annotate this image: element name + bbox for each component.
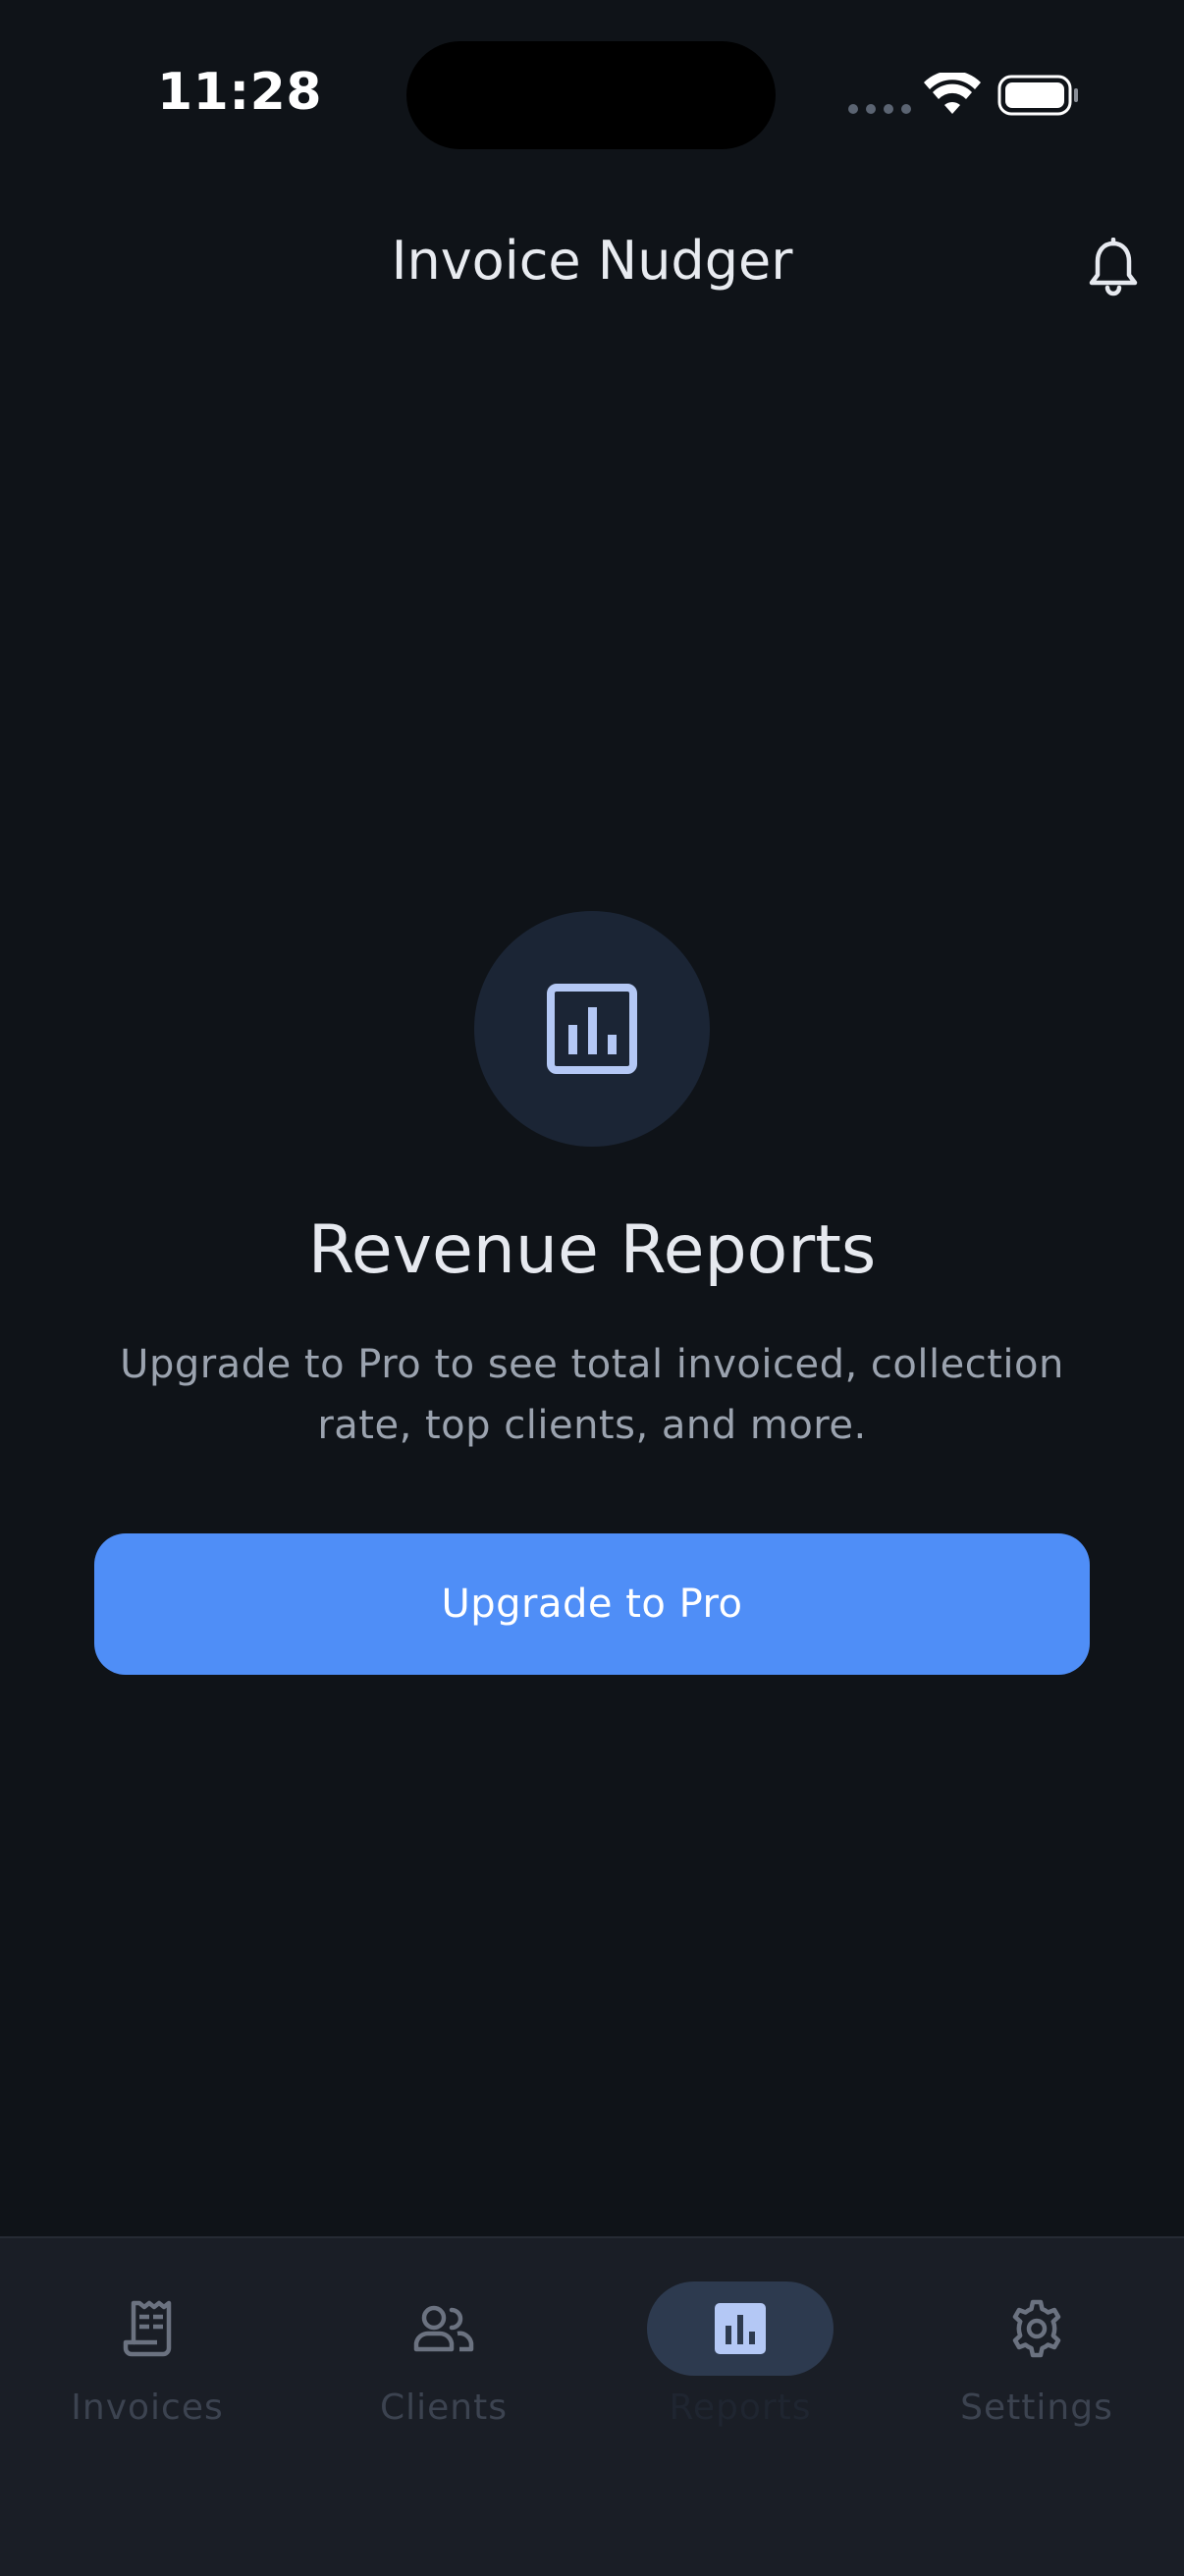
nav-label: Clients (380, 2388, 508, 2428)
receipt-icon (123, 2300, 172, 2357)
people-icon (413, 2305, 474, 2352)
wifi-icon (924, 73, 981, 114)
app-header: Invoice Nudger (0, 216, 1184, 314)
nav-label: Settings (960, 2388, 1113, 2428)
nav-active-indicator (647, 2281, 834, 2376)
battery-icon (997, 75, 1078, 116)
empty-state-subtitle: Upgrade to Pro to see total invoiced, co… (120, 1342, 1064, 1448)
nav-item-clients[interactable]: Clients (326, 2281, 562, 2429)
cellular-signal-icon (848, 104, 911, 114)
bar-chart-icon (547, 984, 637, 1074)
nav-item-invoices[interactable]: Invoices (29, 2281, 265, 2429)
nav-item-reports[interactable]: Reports (622, 2281, 858, 2429)
empty-state-title: Revenue Reports (307, 1211, 877, 1289)
status-time: 11:28 (157, 63, 323, 122)
nav-item-settings[interactable]: Settings (919, 2281, 1155, 2429)
status-bar: 11:28 (0, 0, 1184, 196)
nav-label: Invoices (71, 2388, 224, 2428)
reports-empty-state: Revenue Reports Upgrade to Pro to see to… (0, 911, 1184, 1675)
bar-chart-icon (715, 2303, 766, 2354)
gear-icon (1012, 2299, 1061, 2358)
dynamic-island (406, 41, 776, 149)
hero-icon-circle (474, 911, 710, 1147)
page-title: Invoice Nudger (391, 230, 793, 292)
bell-icon (1089, 238, 1138, 296)
upgrade-to-pro-button[interactable]: Upgrade to Pro (94, 1533, 1090, 1675)
nav-label: Reports (669, 2388, 812, 2428)
notifications-button[interactable] (1080, 230, 1147, 304)
bottom-nav: Invoices Clients Reports Settings (0, 2236, 1184, 2576)
